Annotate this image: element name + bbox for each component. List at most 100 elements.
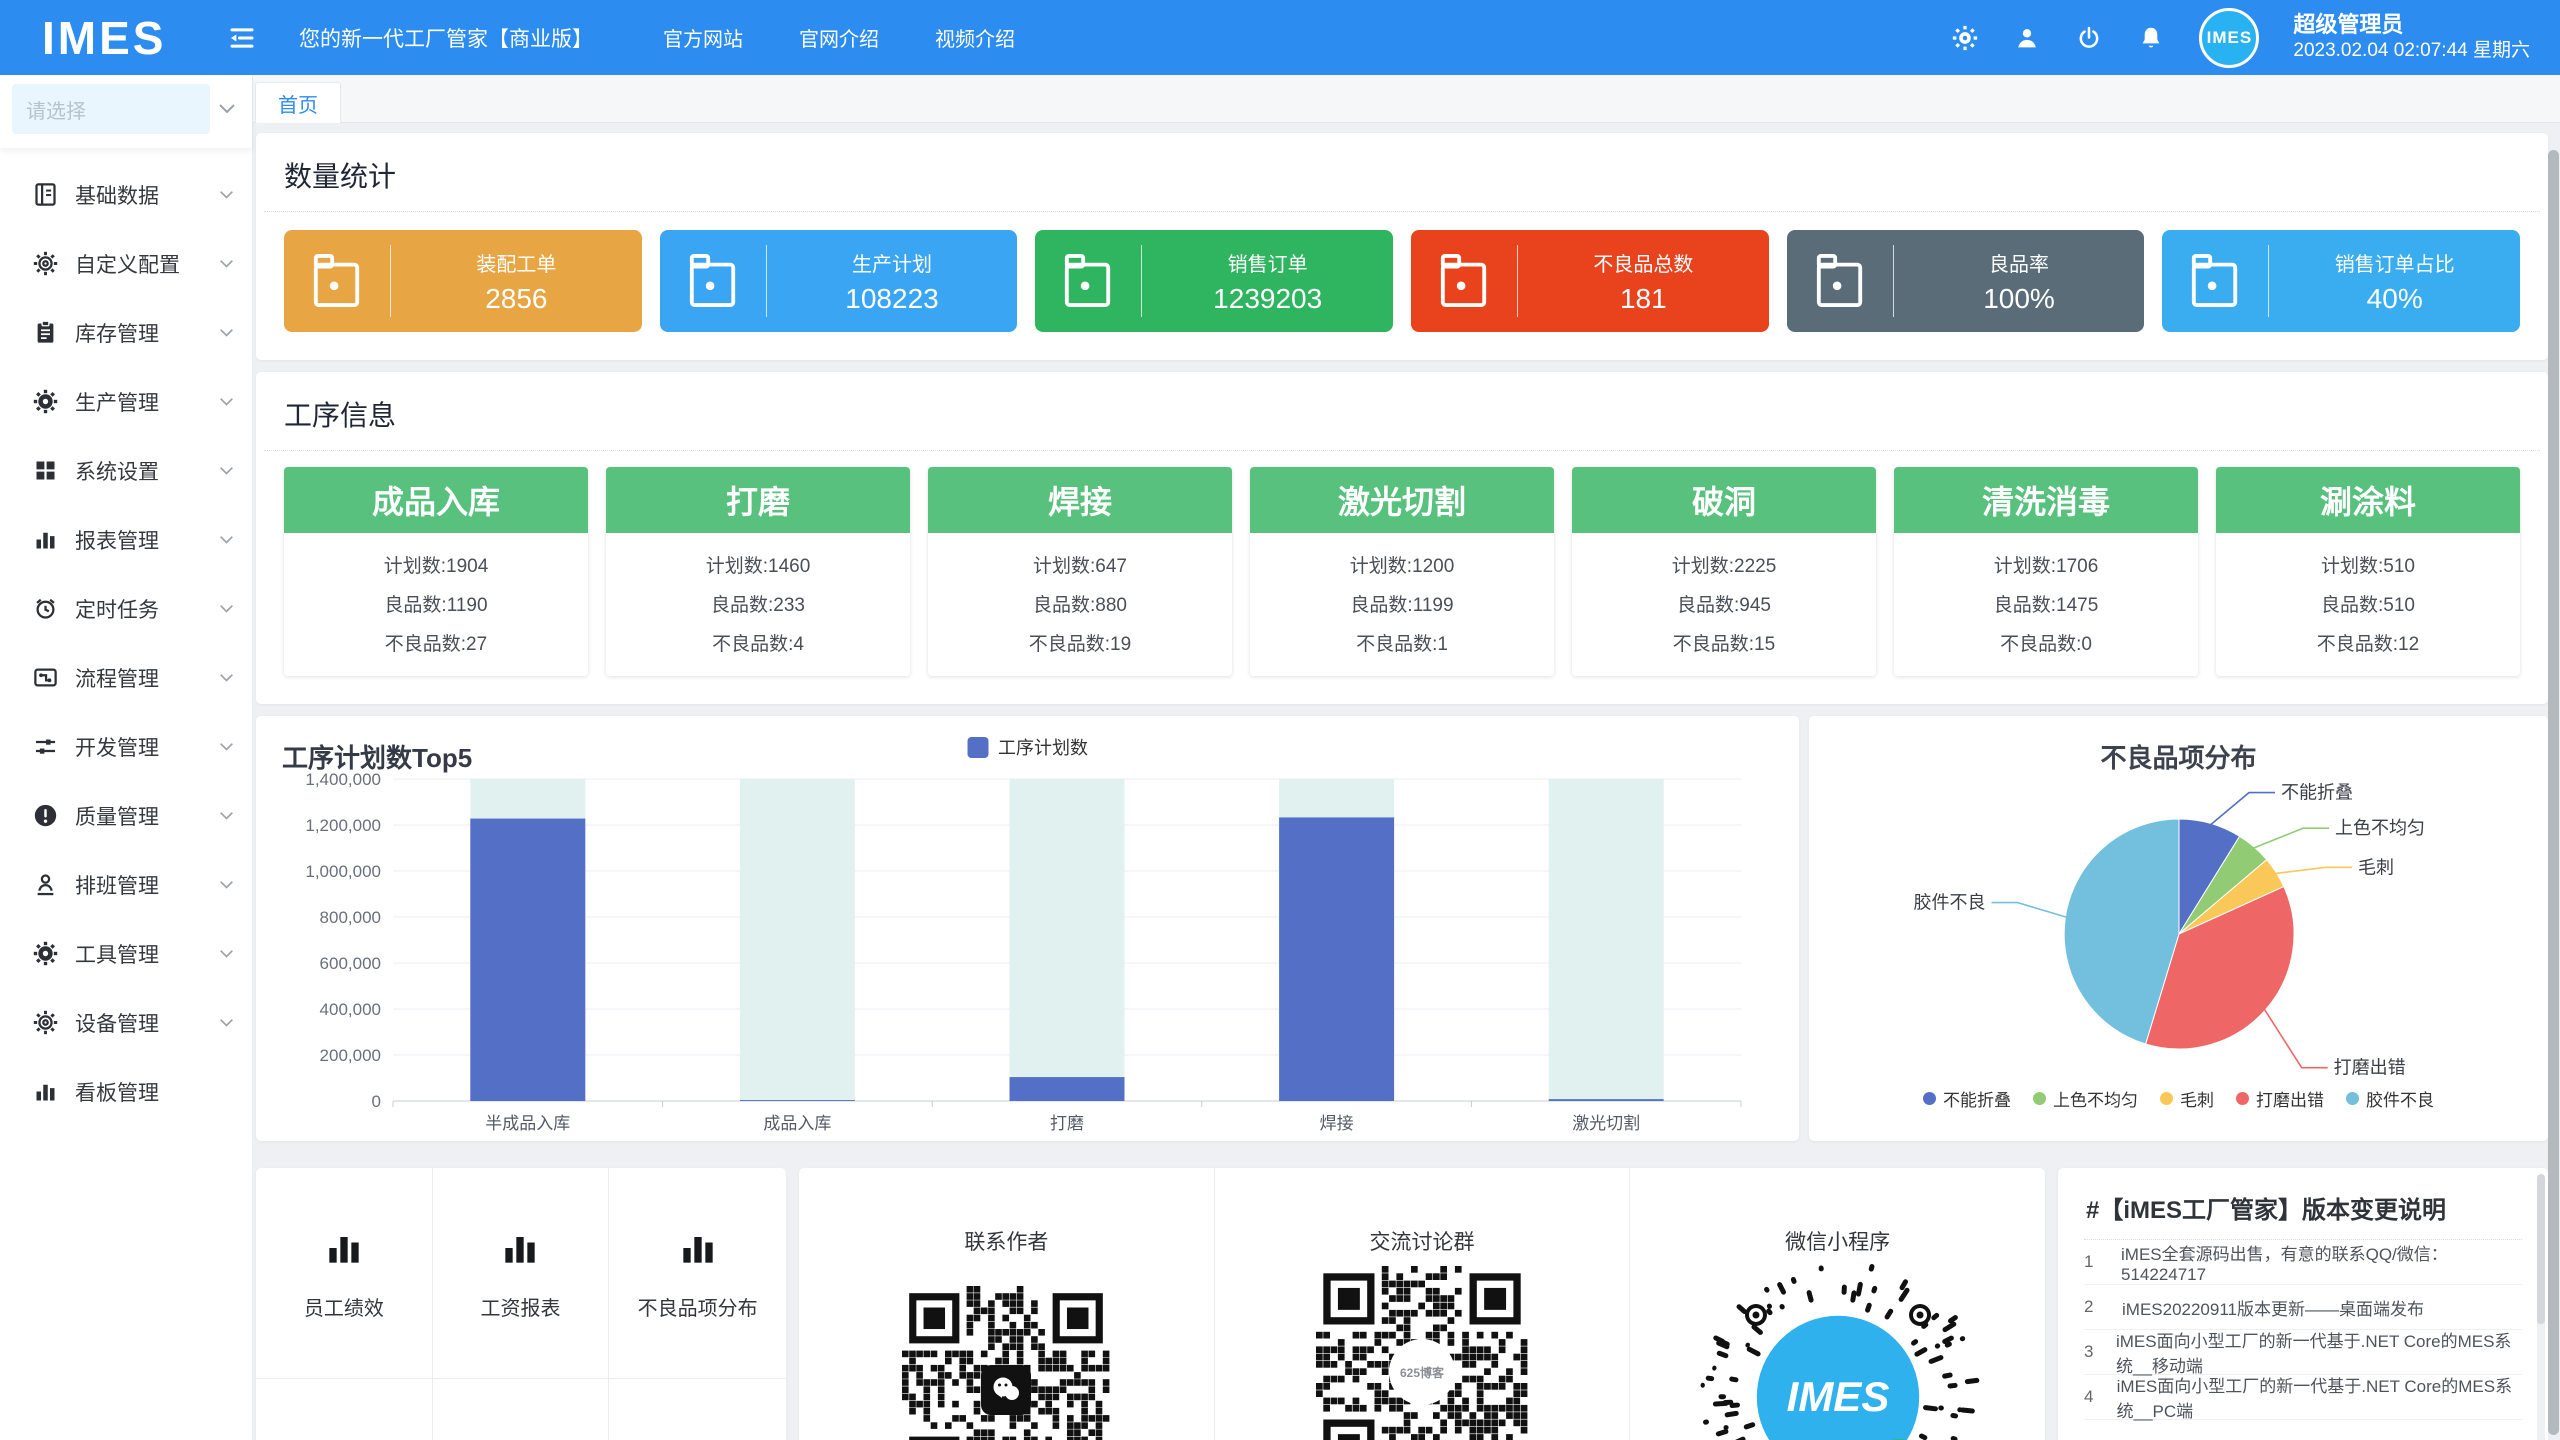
bar-chart-icon (32, 1078, 59, 1105)
sidebar-item-label: 定时任务 (75, 594, 219, 624)
changelog-scrollbar-thumb[interactable] (2537, 1174, 2545, 1324)
notebook-icon (32, 181, 59, 208)
changelog-row[interactable]: 3 iMES面向小型工厂的新一代基于.NET Core的MES系统__移动端 (2084, 1330, 2522, 1375)
svg-text:上色不均匀: 上色不均匀 (2335, 818, 2425, 838)
stat-card-销售订单: 销售订单 1239203 (1035, 230, 1393, 332)
navbar-menu-item[interactable]: 视频介绍 (935, 23, 1015, 52)
tab-home[interactable]: 首页 (255, 82, 341, 123)
qr-panel-微信小程序: 微信小程序IMESS (1630, 1168, 2045, 1440)
report-shortcut-不良品项分布[interactable]: 不良品项分布 (609, 1168, 786, 1379)
process-name: 打磨 (606, 467, 910, 533)
sidebar-item-label: 质量管理 (75, 801, 219, 831)
pie-legend: 不能折叠上色不均匀毛刺打磨出错 胶件不良 (1809, 1086, 2548, 1111)
sidebar-select-wrap: 请选择 (0, 75, 252, 148)
plan-count: 计划数:647 (928, 545, 1232, 584)
legend-dot (2346, 1092, 2359, 1105)
pie-legend-item[interactable]: 毛刺 (2160, 1086, 2214, 1111)
sidebar-item-label: 工具管理 (75, 939, 219, 969)
report-shortcut-员工绩效[interactable]: 员工绩效 (256, 1168, 433, 1379)
plan-count: 计划数:1200 (1250, 545, 1554, 584)
sidebar-item-自定义配置[interactable]: 自定义配置 (0, 229, 252, 298)
content: 数量统计 装配工单 2856 生产计划 108223 销售订单 1239203 … (253, 123, 2560, 1440)
sidebar-item-label: 开发管理 (75, 732, 219, 762)
pie-legend-item[interactable]: 打磨出错 (2236, 1086, 2324, 1111)
process-name: 焊接 (928, 467, 1232, 533)
user-icon[interactable] (2013, 24, 2041, 52)
chevron-down-icon (219, 949, 234, 959)
changelog-row[interactable]: 2 iMES20220911版本更新——桌面端发布 (2084, 1285, 2522, 1330)
svg-text:1,000,000: 1,000,000 (305, 862, 381, 881)
stats-section: 数量统计 装配工单 2856 生产计划 108223 销售订单 1239203 … (256, 133, 2548, 360)
process-card-激光切割: 激光切割 计划数:1200 良品数:1199 不良品数:1 (1250, 467, 1554, 676)
sidebar-item-工具管理[interactable]: 工具管理 (0, 919, 252, 988)
sidebar-item-看板管理[interactable]: 看板管理 (0, 1057, 252, 1126)
pie-legend-item[interactable]: 上色不均匀 (2033, 1086, 2138, 1111)
avatar[interactable]: IMES (2199, 8, 2259, 68)
bad-count: 不良品数:1 (1250, 623, 1554, 662)
gear-solid-icon (32, 940, 59, 967)
good-count: 良品数:1199 (1250, 584, 1554, 623)
sidebar-item-生产管理[interactable]: 生产管理 (0, 367, 252, 436)
stat-value: 181 (1620, 283, 1667, 315)
report-label: 不良品项分布 (638, 1292, 758, 1321)
svg-text:1,200,000: 1,200,000 (305, 816, 381, 835)
process-section: 工序信息 成品入库 计划数:1904 良品数:1190 不良品数:27 打磨 计… (256, 372, 2548, 704)
sidebar-item-label: 自定义配置 (75, 249, 219, 279)
folder-icon (284, 252, 390, 310)
menu-fold-icon[interactable] (227, 23, 257, 53)
sidebar-item-设备管理[interactable]: 设备管理 (0, 988, 252, 1057)
sidebar-item-库存管理[interactable]: 库存管理 (0, 298, 252, 367)
good-count: 良品数:233 (606, 584, 910, 623)
bad-count: 不良品数:15 (1572, 623, 1876, 662)
sidebar-item-报表管理[interactable]: 报表管理 (0, 505, 252, 574)
sidebar-item-排班管理[interactable]: 排班管理 (0, 850, 252, 919)
report-shortcut-产量统计[interactable]: 产量统计 (609, 1379, 786, 1440)
qr-title: 交流讨论群 (1215, 1226, 1630, 1256)
changelog-card: #【iMES工厂管家】版本变更说明 1 iMES全套源码出售，有意的联系QQ/微… (2058, 1168, 2548, 1440)
gear-outline-icon (32, 250, 59, 277)
sidebar-item-开发管理[interactable]: 开发管理 (0, 712, 252, 781)
bad-count: 不良品数:19 (928, 623, 1232, 662)
changelog-index: 3 (2084, 1342, 2116, 1362)
bar-chart-legend[interactable]: 工序计划数 (967, 734, 1088, 760)
app-subtitle: 您的新一代工厂管家【商业版】 (299, 23, 593, 53)
plan-count: 计划数:510 (2216, 545, 2520, 584)
navbar: IMES 您的新一代工厂管家【商业版】 官方网站官网介绍视频介绍 IMES 超级… (0, 0, 2560, 75)
menu-select[interactable]: 请选择 (12, 84, 210, 134)
stat-card-生产计划: 生产计划 108223 (660, 230, 1018, 332)
bell-icon[interactable] (2137, 24, 2165, 52)
user-info: 超级管理员 2023.02.04 02:07:44 星期六 (2293, 11, 2530, 64)
sidebar-item-label: 看板管理 (75, 1077, 234, 1107)
pie-legend-item[interactable]: 不能折叠 (1923, 1086, 2011, 1111)
report-shortcut-不良品项汇总[interactable]: 不良品项汇总 (256, 1379, 433, 1440)
user-name: 超级管理员 (2293, 11, 2530, 40)
good-count: 良品数:1190 (284, 584, 588, 623)
page-scrollbar[interactable] (2548, 150, 2559, 1435)
sidebar-item-流程管理[interactable]: 流程管理 (0, 643, 252, 712)
chevron-down-icon (219, 880, 234, 890)
bar-chart-icon (498, 1226, 542, 1270)
sidebar-item-系统设置[interactable]: 系统设置 (0, 436, 252, 505)
navbar-menu-item[interactable]: 官网介绍 (799, 23, 879, 52)
report-shortcut-工资报表[interactable]: 工资报表 (433, 1168, 610, 1379)
navbar-menu-item[interactable]: 官方网站 (663, 23, 743, 52)
report-shortcut-生产报表[interactable]: 生产报表 (433, 1379, 610, 1440)
changelog-row[interactable]: 4 iMES面向小型工厂的新一代基于.NET Core的MES系统__PC端 (2084, 1375, 2522, 1420)
report-label: 员工绩效 (304, 1292, 384, 1321)
pie-legend-item[interactable]: 胶件不良 (2346, 1086, 2434, 1111)
miniprogram-qr-code: IMESS (1693, 1252, 1983, 1440)
sidebar-item-基础数据[interactable]: 基础数据 (0, 160, 252, 229)
changelog-list: 1 iMES全套源码出售，有意的联系QQ/微信：5142247172 iMES2… (2084, 1240, 2522, 1420)
svg-text:激光切割: 激光切割 (1572, 1114, 1640, 1133)
clipboard-icon (32, 319, 59, 346)
power-icon[interactable] (2075, 24, 2103, 52)
stat-value: 108223 (845, 283, 938, 315)
changelog-text: iMES20220911版本更新——桌面端发布 (2122, 1295, 2424, 1320)
sidebar-item-质量管理[interactable]: 质量管理 (0, 781, 252, 850)
sidebar-item-定时任务[interactable]: 定时任务 (0, 574, 252, 643)
changelog-row[interactable]: 1 iMES全套源码出售，有意的联系QQ/微信：514224717 (2084, 1240, 2522, 1285)
settings-gear-icon[interactable] (1951, 24, 1979, 52)
svg-text:400,000: 400,000 (320, 1000, 381, 1019)
chevron-down-icon (219, 397, 234, 407)
legend-label: 胶件不良 (2366, 1086, 2434, 1111)
